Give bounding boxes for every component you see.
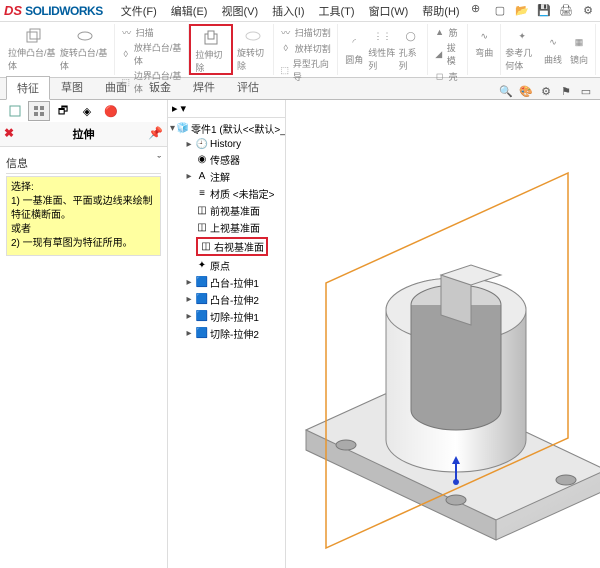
tab-weld[interactable]: 焊件 [182,75,226,99]
pm-tabs: 🗗 ◈ 🔴 [0,100,167,122]
pm-tab-appearance[interactable]: 🔴 [100,101,122,121]
appearance-icon[interactable]: 🎨 [518,83,534,99]
tree-right-plane[interactable]: ◫右视基准面 [170,236,283,257]
extrude-cut-button[interactable]: 拉伸切除 [194,26,228,76]
sweep-button[interactable]: 〰扫描 [118,24,186,40]
tree-nav-icon[interactable]: ▸ [172,102,178,115]
pm-message: 选择: 1) 一基准面、平面或边线来绘制特征横断面。 或者 2) 一现有草图为特… [6,176,161,256]
menu-bar: DS SOLIDWORKS 文件(F) 编辑(E) 视图(V) 插入(I) 工具… [0,0,600,22]
tab-sketch[interactable]: 草图 [50,75,94,99]
fillet-button[interactable]: ◜圆角 [341,24,367,74]
tab-sheet[interactable]: 钣金 [138,75,182,99]
model-view [286,100,600,568]
menu-edit[interactable]: 编辑(E) [165,1,214,21]
menu-help[interactable]: 帮助(H) [416,1,465,21]
collapse-arrow-icon[interactable]: ˇ [157,155,161,171]
rib-button[interactable]: ▲筋 [431,24,465,40]
sweep-cut-button[interactable]: 〰扫描切割 [277,24,335,40]
pm-title: 拉伸 [73,129,95,141]
ribbon: 拉伸凸台/基体 旋转凸台/基体 〰扫描 ◊放样凸台/基体 ⬚边界凸台/基体 拉伸… [0,22,600,78]
revolve-cut-button[interactable]: 旋转切除 [236,24,270,74]
point-icon[interactable]: ⊕ [468,1,484,17]
pm-title-bar: ✖ 拉伸 📌 [0,122,167,147]
quick-toolbar: ▢ 📂 💾 🖨 ⚙ [492,3,596,19]
tree-cut1[interactable]: ▸🟦切除-拉伸1 [170,308,283,325]
pm-info: 信息ˇ 选择: 1) 一基准面、平面或边线来绘制特征横断面。 或者 2) 一现有… [0,147,167,262]
open-icon[interactable]: 📂 [514,3,530,19]
pm-tab-display[interactable]: 🗗 [52,101,74,121]
search-icon[interactable]: 🔍 [498,83,514,99]
refgeom-button[interactable]: ✦参考几何体 [504,24,540,74]
pm-info-header[interactable]: 信息ˇ [6,153,161,174]
tree-origin[interactable]: ✦原点 [170,257,283,274]
print-icon[interactable]: 🖨 [558,3,574,19]
tab-feature[interactable]: 特征 [6,76,50,100]
tree-root[interactable]: ▾🧊零件1 (默认<<默认>_显... [170,120,283,137]
curves-button[interactable]: ∿曲线 [540,24,566,74]
feature-tree: ▾🧊零件1 (默认<<默认>_显... ▸🕘History ◉传感器 ▸A注解 … [168,118,285,344]
new-icon[interactable]: ▢ [492,3,508,19]
pattern-button[interactable]: ⋮⋮线性阵列 [367,24,397,74]
pm-tab-config[interactable] [28,101,50,121]
tree-material[interactable]: ≡材质 <未指定> [170,185,283,202]
draft-button[interactable]: ◢拔模 [431,40,465,68]
pm-pin-icon[interactable]: 📌 [148,126,163,140]
save-icon[interactable]: 💾 [536,3,552,19]
tree-boss1[interactable]: ▸🟦凸台-拉伸1 [170,274,283,291]
menu-insert[interactable]: 插入(I) [266,1,310,21]
tab-tools: 🔍 🎨 ⚙ ⚑ ▭ [498,83,594,99]
menu-file[interactable]: 文件(F) [115,1,163,21]
tree-annotations[interactable]: ▸A注解 [170,168,283,185]
tree-filter-icon[interactable]: ▾ [181,102,187,115]
menu-window[interactable]: 窗口(W) [363,1,415,21]
feature-tree-panel: ▸ ▾ ▾🧊零件1 (默认<<默认>_显... ▸🕘History ◉传感器 ▸… [168,100,286,568]
extrude-boss-button[interactable]: 拉伸凸台/基体 [7,24,59,74]
wrap-button[interactable]: ∿弯曲 [471,24,497,61]
collapse-icon[interactable]: ▭ [578,83,594,99]
tab-eval[interactable]: 评估 [226,75,270,99]
logo-text: SOLIDWORKS [25,4,103,18]
menu-tools[interactable]: 工具(T) [313,1,361,21]
cog-icon[interactable]: ⚙ [538,83,554,99]
tab-surface[interactable]: 曲面 [94,75,138,99]
settings-icon[interactable]: ⚙ [580,3,596,19]
hole-button[interactable]: ◯孔系列 [398,24,424,74]
boundary-cut-button[interactable]: ⬚异型孔向导 [277,56,335,84]
pm-tab-feature[interactable] [4,101,26,121]
shell-button[interactable]: ◻壳 [431,68,465,84]
loft-cut-button[interactable]: ◊放样切割 [277,40,335,56]
tree-history[interactable]: ▸🕘History [170,137,283,151]
tree-front-plane[interactable]: ◫前视基准面 [170,202,283,219]
app-logo: DS SOLIDWORKS [4,3,103,18]
tree-top-plane[interactable]: ◫上视基准面 [170,219,283,236]
tree-cut2[interactable]: ▸🟦切除-拉伸2 [170,325,283,342]
revolve-boss-button[interactable]: 旋转凸台/基体 [59,24,111,74]
pm-tab-target[interactable]: ◈ [76,101,98,121]
loft-button[interactable]: ◊放样凸台/基体 [118,40,186,68]
viewport[interactable]: 软件自学网 [286,100,600,568]
property-manager: 🗗 ◈ 🔴 ✖ 拉伸 📌 信息ˇ 选择: 1) 一基准面、平面或边线来绘制特征横… [0,100,168,568]
flag-icon[interactable]: ⚑ [558,83,574,99]
logo-ds: DS [4,3,22,18]
pm-cancel-icon[interactable]: ✖ [4,126,14,140]
main-area: 🗗 ◈ 🔴 ✖ 拉伸 📌 信息ˇ 选择: 1) 一基准面、平面或边线来绘制特征横… [0,100,600,568]
tree-toolbar: ▸ ▾ [168,100,285,118]
mirror-button[interactable]: ▦镜向 [566,24,592,74]
tree-boss2[interactable]: ▸🟦凸台-拉伸2 [170,291,283,308]
menu-items: 文件(F) 编辑(E) 视图(V) 插入(I) 工具(T) 窗口(W) 帮助(H… [115,1,484,21]
menu-view[interactable]: 视图(V) [215,1,264,21]
tree-sensors[interactable]: ◉传感器 [170,151,283,168]
